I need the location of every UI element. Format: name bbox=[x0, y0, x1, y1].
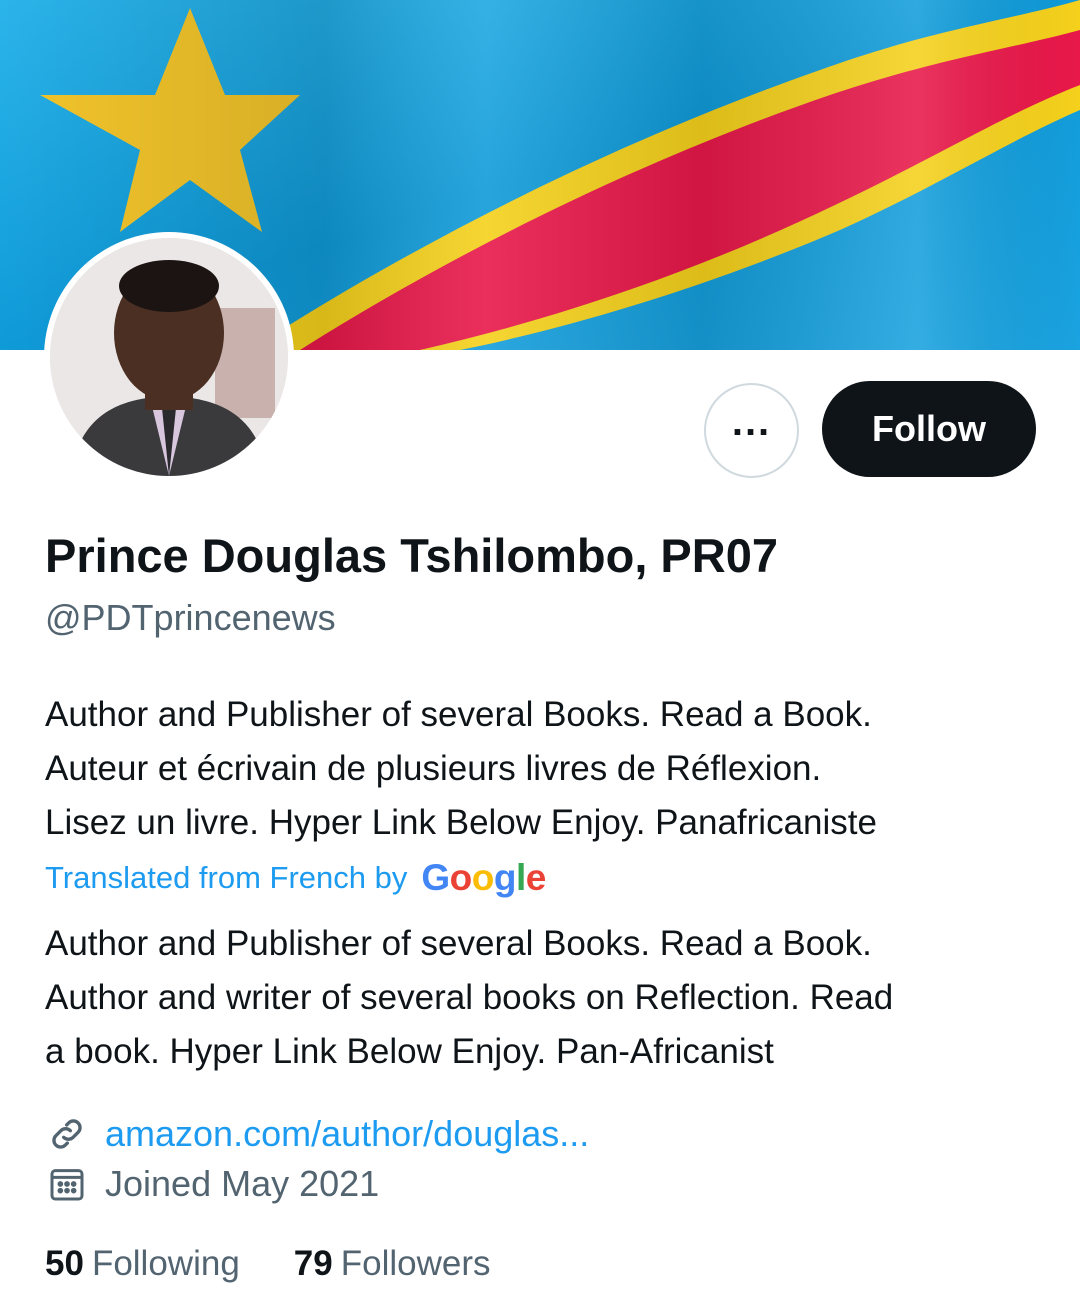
following-stat[interactable]: 50 Following bbox=[45, 1244, 240, 1284]
following-count: 50 bbox=[45, 1244, 84, 1283]
more-icon: ... bbox=[731, 399, 772, 444]
bio-line: Author and Publisher of several Books. R… bbox=[45, 695, 872, 734]
bio-original: Author and Publisher of several Books. R… bbox=[45, 688, 1045, 850]
bio-translated: Author and Publisher of several Books. R… bbox=[45, 917, 1045, 1079]
display-name: Prince Douglas Tshilombo, PR07 bbox=[45, 529, 778, 582]
following-label: Following bbox=[91, 1244, 240, 1283]
bio-line: Lisez un livre. Hyper Link Below Enjoy. … bbox=[45, 803, 877, 842]
bio-line: Author and Publisher of several Books. R… bbox=[45, 924, 872, 963]
joined-row: Joined May 2021 bbox=[45, 1162, 379, 1206]
username: @PDTprincenews bbox=[45, 597, 336, 638]
avatar-photo bbox=[50, 238, 288, 476]
calendar-icon bbox=[45, 1162, 89, 1206]
more-options-button[interactable]: ... bbox=[704, 383, 799, 478]
follow-stats: 50 Following 79 Followers bbox=[45, 1244, 545, 1284]
translation-label: Translated from French by bbox=[45, 860, 408, 895]
bio-line: Auteur et écrivain de plusieurs livres d… bbox=[45, 749, 822, 788]
website-link[interactable]: amazon.com/author/douglas... bbox=[105, 1113, 589, 1155]
website-row: amazon.com/author/douglas... bbox=[45, 1112, 589, 1156]
followers-label: Followers bbox=[340, 1244, 491, 1283]
bio-line: Author and writer of several books on Re… bbox=[45, 978, 894, 1017]
profile-avatar[interactable] bbox=[44, 232, 294, 482]
joined-date: Joined May 2021 bbox=[105, 1163, 380, 1204]
followers-count: 79 bbox=[293, 1244, 333, 1283]
google-logo: Google bbox=[421, 857, 546, 898]
link-icon bbox=[45, 1112, 89, 1156]
translation-attribution[interactable]: Translated from French by Google bbox=[45, 857, 546, 899]
followers-stat[interactable]: 79 Followers bbox=[294, 1244, 491, 1284]
bio-line: a book. Hyper Link Below Enjoy. Pan-Afri… bbox=[45, 1032, 774, 1071]
follow-button[interactable]: Follow bbox=[822, 381, 1036, 477]
